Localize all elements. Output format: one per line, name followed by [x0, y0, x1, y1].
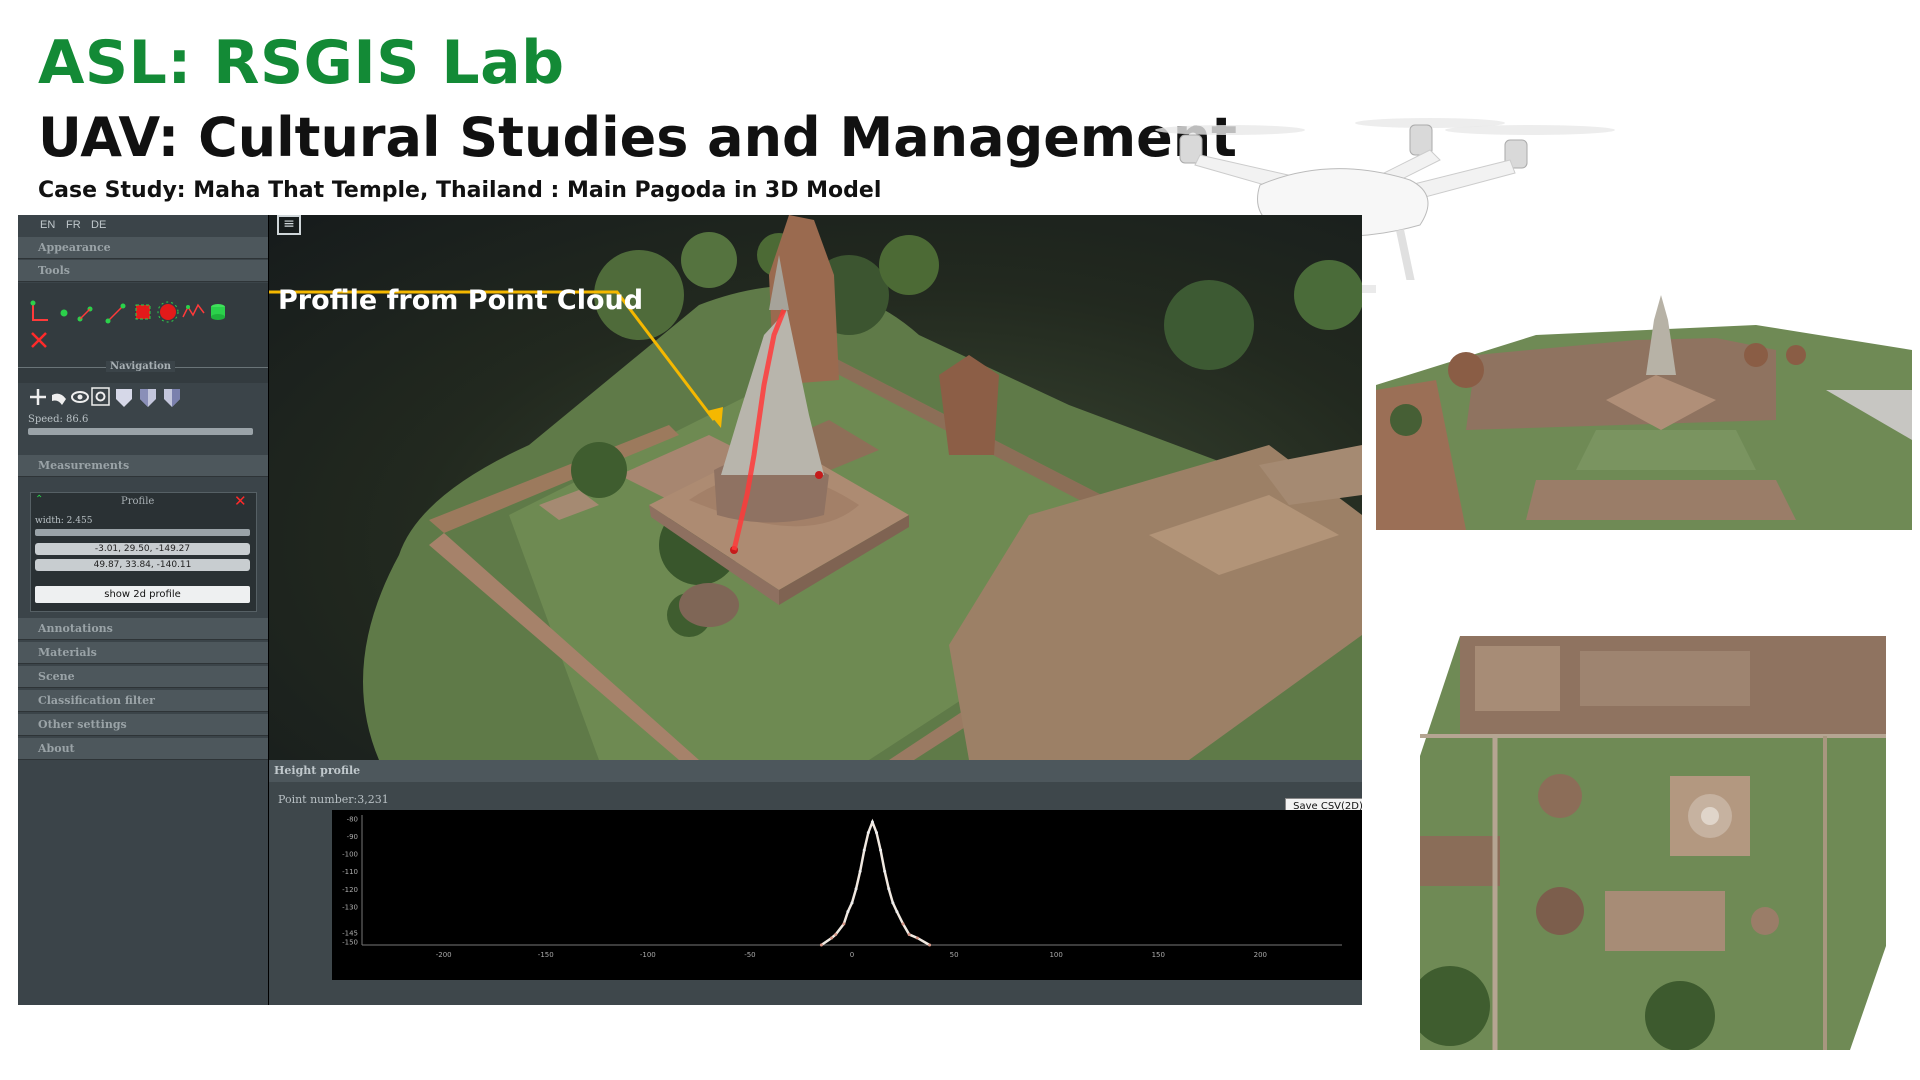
profile-point: [870, 820, 874, 824]
angle-tool-icon[interactable]: [30, 300, 49, 321]
section-scene[interactable]: Scene: [18, 666, 268, 688]
speed-label: Speed: 86.6: [28, 414, 89, 425]
lang-fr-link[interactable]: FR: [66, 219, 81, 231]
distance-tool-icon[interactable]: [77, 306, 93, 322]
section-appearance[interactable]: Appearance: [18, 237, 268, 259]
profile-point: [915, 936, 919, 940]
section-materials[interactable]: Materials: [18, 642, 268, 664]
lang-en-link[interactable]: EN: [40, 219, 55, 231]
left-view-icon[interactable]: [140, 389, 156, 407]
profile-point: [907, 932, 911, 936]
lab-title: ASL: RSGIS Lab: [38, 28, 565, 98]
section-other-settings[interactable]: Other settings: [18, 714, 268, 736]
profile-point: [879, 848, 883, 852]
y-tick-label: -145: [342, 930, 358, 938]
x-tick-label: 100: [1049, 951, 1062, 959]
profile-card-icon: ⌃: [35, 494, 44, 505]
point-cloud-viewport[interactable]: ≡ Profile from Point Cloud: [269, 215, 1362, 760]
front-view-icon[interactable]: [116, 389, 132, 407]
y-tick-label: -90: [347, 833, 358, 841]
x-tick-label: -200: [436, 951, 452, 959]
profile-measurement-card: ⌃ Profile ✕ width: 2.455 -3.01, 29.50, -…: [30, 492, 257, 612]
profile-point: [901, 922, 905, 926]
profile-width-slider[interactable]: [35, 529, 250, 536]
x-tick-label: -100: [640, 951, 656, 959]
profile-series-line: [820, 818, 931, 947]
speed-slider[interactable]: [28, 428, 253, 435]
profile-point: [846, 910, 850, 914]
potree-app-window: EN FR DE Appearance Tools Navigation Spe…: [18, 215, 1362, 1005]
y-tick-label: -80: [347, 816, 358, 824]
profile-point: [850, 901, 854, 905]
navigation-label: Navigation: [106, 361, 176, 372]
top-view-icon[interactable]: [164, 389, 180, 407]
profile-point-2: 49.87, 33.84, -140.11: [35, 559, 250, 571]
profile-point: [834, 932, 838, 936]
sidebar: EN FR DE Appearance Tools Navigation Spe…: [18, 215, 268, 1005]
profile-point: [883, 869, 887, 873]
profile-tool-icon[interactable]: [182, 303, 205, 318]
navigation-buttons: [30, 387, 180, 407]
y-tick-label: -100: [342, 851, 358, 859]
height-tool-icon[interactable]: [105, 303, 126, 324]
profile-point: [830, 936, 834, 940]
case-study-subtitle: Case Study: Maha That Temple, Thailand :…: [38, 178, 882, 203]
profile-point: [895, 910, 899, 914]
lang-de-link[interactable]: DE: [91, 219, 106, 231]
volume-tool-icon[interactable]: [157, 301, 179, 323]
orbit-control-icon[interactable]: [71, 391, 89, 403]
profile-point: [928, 943, 932, 947]
section-classification-filter[interactable]: Classification filter: [18, 690, 268, 712]
profile-point: [862, 848, 866, 852]
profile-point-1: -3.01, 29.50, -149.27: [35, 543, 250, 555]
profile-point: [819, 943, 823, 947]
fly-control-icon[interactable]: [52, 393, 66, 405]
page-title: UAV: Cultural Studies and Management: [38, 106, 1237, 169]
focus-icon[interactable]: [91, 387, 110, 406]
height-profile-chart: -80 -90 -100 -110 -120 -130 -145 -150 -200 -150 -1…: [332, 810, 1362, 980]
point-tool-icon[interactable]: [60, 309, 68, 317]
point-number-label: Point number:3,231: [278, 793, 389, 806]
profile-point: [891, 901, 895, 905]
x-tick-label: 150: [1152, 951, 1165, 959]
x-tick-label: 50: [950, 951, 959, 959]
y-tick-label: -150: [342, 938, 358, 946]
profile-width-label: width: 2.455: [35, 516, 93, 526]
profile-point: [842, 922, 846, 926]
oblique-3d-model-image: [1376, 280, 1912, 530]
show-2d-profile-button[interactable]: show 2d profile: [35, 586, 250, 603]
remove-measurements-icon[interactable]: [31, 332, 47, 348]
x-tick-label: 0: [850, 951, 854, 959]
y-tick-label: -110: [342, 868, 358, 876]
x-tick-label: -50: [744, 951, 755, 959]
close-icon[interactable]: ✕: [234, 492, 247, 510]
earth-control-icon[interactable]: [30, 389, 46, 405]
profile-point: [866, 831, 870, 835]
profile-point: [858, 869, 862, 873]
height-profile-title: Height profile: [269, 760, 1362, 782]
section-annotations[interactable]: Annotations: [18, 618, 268, 640]
section-measurements[interactable]: Measurements: [18, 455, 268, 477]
profile-point: [854, 887, 858, 891]
profile-annotation-label: Profile from Point Cloud: [278, 285, 644, 316]
height-profile-plot: -80-90-100-110-120-130-145-150-200 -150 -1…: [342, 815, 1342, 959]
section-tools[interactable]: Tools: [18, 260, 268, 282]
section-about[interactable]: About: [18, 738, 268, 760]
y-tick-label: -130: [342, 903, 358, 911]
area-tool-icon[interactable]: [135, 304, 151, 320]
height-profile-panel: Height profile Point number:3,231 Save C…: [269, 760, 1362, 1005]
x-tick-label: -150: [538, 951, 554, 959]
profile-point: [887, 887, 891, 891]
x-tick-label: 200: [1254, 951, 1267, 959]
tool-icons-row: [30, 300, 225, 348]
y-tick-label: -120: [342, 886, 358, 894]
clip-volume-icon[interactable]: [211, 304, 225, 320]
profile-card-title: Profile: [121, 496, 155, 507]
orthophoto-top-view-image: [1420, 636, 1886, 1050]
profile-point: [875, 831, 878, 835]
